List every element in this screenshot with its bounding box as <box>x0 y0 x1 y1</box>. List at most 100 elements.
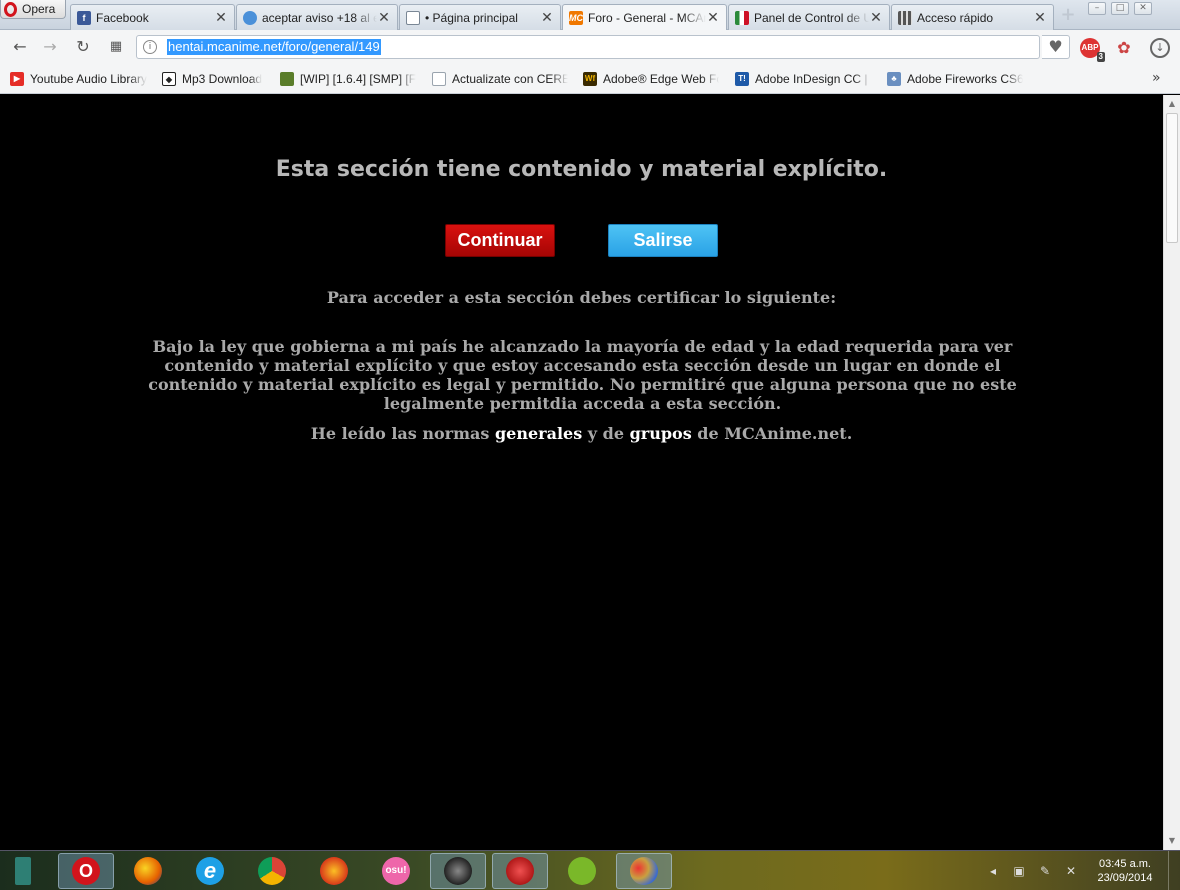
osu-icon: osu! <box>382 857 410 885</box>
opera-logo-icon <box>4 1 17 17</box>
taskbar-flashget[interactable] <box>306 853 362 889</box>
tab-title: Foro - General - MCAnime <box>588 11 706 25</box>
scrollbar-thumb[interactable] <box>1166 113 1178 243</box>
site-info-icon[interactable]: i <box>143 40 157 54</box>
bookmark-label: Youtube Audio Library <box>30 72 147 86</box>
fireworks-icon: ♣ <box>887 72 901 86</box>
taskbar-internet-explorer[interactable]: e <box>182 853 238 889</box>
speed-dial-grid-icon[interactable]: ▦ <box>106 37 126 57</box>
bookmarks-bar: ▶ Youtube Audio Library ◆ Mp3 Download [… <box>0 64 1180 94</box>
bookmark-label: [WIP] [1.6.4] [SMP] [Forge] <box>300 72 416 86</box>
tab-aceptar-aviso[interactable]: aceptar aviso +18 al entrar ✕ <box>236 4 398 30</box>
maximize-icon[interactable]: □ <box>1111 2 1129 15</box>
tab-facebook[interactable]: f Facebook ✕ <box>70 4 235 30</box>
page-content: Esta sección tiene contenido y material … <box>0 95 1163 850</box>
mexico-flag-favicon-icon <box>735 10 749 25</box>
help-favicon-icon <box>243 10 257 25</box>
tray-arrow-icon[interactable]: ◂ <box>985 863 1001 879</box>
vertical-scrollbar[interactable]: ▲ ▼ <box>1163 95 1180 850</box>
rules-suffix: de MCAnime.net. <box>691 424 853 443</box>
minimize-icon[interactable]: – <box>1088 2 1106 15</box>
rules-statement: He leído las normas generales y de grupo… <box>0 424 1163 443</box>
general-rules-link[interactable]: generales <box>495 424 582 443</box>
scroll-down-icon[interactable]: ▼ <box>1164 833 1180 849</box>
bookmark-adobe-indesign[interactable]: T! Adobe InDesign CC | Mega <box>735 71 871 87</box>
network-icon[interactable]: ▣ <box>1011 863 1027 879</box>
show-desktop-button[interactable] <box>1168 851 1180 890</box>
bookmarks-overflow-icon[interactable]: » <box>1152 70 1161 86</box>
extension-icon[interactable]: ✿ <box>1114 38 1134 58</box>
exit-button[interactable]: Salirse <box>608 224 718 257</box>
close-window-icon[interactable]: ✕ <box>1134 2 1152 15</box>
pen-icon[interactable]: ✎ <box>1037 863 1053 879</box>
page-icon <box>432 72 446 86</box>
bookmark-adobe-fireworks[interactable]: ♣ Adobe Fireworks CS6 <box>887 71 1023 87</box>
bookmark-label: Adobe Fireworks CS6 <box>907 72 1023 86</box>
minecraft-block-icon <box>280 72 294 86</box>
game-launcher-icon <box>506 857 534 885</box>
taskbar-media-player[interactable] <box>430 853 486 889</box>
tab-title: Acceso rápido <box>917 10 994 25</box>
forward-arrow-icon[interactable]: → <box>40 37 60 57</box>
download-icon[interactable]: ↓ <box>1150 38 1170 58</box>
volume-muted-icon[interactable]: ✕ <box>1063 863 1079 879</box>
adblock-label: ABP <box>1081 43 1099 52</box>
address-field[interactable]: i hentai.mcanime.net/foro/general/149 <box>136 35 1040 59</box>
rules-middle: y de <box>582 424 630 443</box>
taskbar-paint[interactable] <box>616 853 672 889</box>
adblock-plus-icon[interactable]: ABP 3 <box>1080 38 1105 62</box>
system-clock[interactable]: 03:45 a.m. 23/09/2014 <box>1090 857 1160 885</box>
taskbar-osu[interactable]: osu! <box>368 853 424 889</box>
bookmark-adobe-edge-web-fonts[interactable]: Wf Adobe® Edge Web Fonts <box>583 71 719 87</box>
tab-close-icon[interactable]: ✕ <box>706 10 720 26</box>
taskbar-firefox[interactable] <box>120 853 176 889</box>
paint-palette-icon <box>630 857 658 885</box>
tab-panel-de-control[interactable]: Panel de Control de Usuario ✕ <box>728 4 890 30</box>
scroll-up-icon[interactable]: ▲ <box>1164 96 1180 112</box>
start-icon <box>15 857 31 885</box>
indesign-icon: T! <box>735 72 749 86</box>
chrome-icon <box>258 857 286 885</box>
new-tab-button[interactable]: + <box>1060 6 1076 24</box>
bookmark-label: Adobe® Edge Web Fonts <box>603 72 719 86</box>
page-favicon-icon <box>406 10 420 25</box>
group-rules-link[interactable]: grupos <box>630 424 692 443</box>
taskbar-game-launcher[interactable] <box>492 853 548 889</box>
back-arrow-icon[interactable]: ← <box>10 37 30 57</box>
spotify-icon <box>568 857 596 885</box>
taskbar-opera[interactable]: O <box>58 853 114 889</box>
taskbar-spotify[interactable] <box>554 853 610 889</box>
reload-icon[interactable]: ↻ <box>73 37 93 57</box>
tab-close-icon[interactable]: ✕ <box>540 10 554 26</box>
bookmark-label: Mp3 Download <box>182 72 263 86</box>
taskbar-chrome[interactable] <box>244 853 300 889</box>
tab-title: • Página principal <box>425 10 518 25</box>
firefox-icon <box>134 857 162 885</box>
tab-close-icon[interactable]: ✕ <box>214 10 228 26</box>
adblock-badge: 3 <box>1096 52 1105 62</box>
tab-acceso-rapido[interactable]: Acceso rápido ✕ <box>891 4 1054 30</box>
start-button[interactable] <box>6 853 40 889</box>
tab-pagina-principal[interactable]: • Página principal ✕ <box>399 4 561 30</box>
bookmark-actualizate[interactable]: Actualizate con CEREBRO <box>432 71 568 87</box>
bookmark-youtube-audio-library[interactable]: ▶ Youtube Audio Library <box>10 71 150 87</box>
certification-heading: Para acceder a esta sección debes certif… <box>326 288 837 307</box>
stash-heart-icon[interactable]: ♥ <box>1042 35 1070 59</box>
media-player-icon <box>444 857 472 885</box>
continue-button[interactable]: Continuar <box>445 224 555 257</box>
tab-title: Facebook <box>96 10 149 25</box>
mcanime-favicon-icon: MC <box>569 11 583 25</box>
tab-close-icon[interactable]: ✕ <box>869 10 883 26</box>
tab-close-icon[interactable]: ✕ <box>377 10 391 26</box>
bookmark-wip-smp[interactable]: [WIP] [1.6.4] [SMP] [Forge] <box>280 71 416 87</box>
mp3-download-icon: ◆ <box>162 72 176 86</box>
tab-foro-general[interactable]: MC Foro - General - MCAnime ✕ <box>562 4 727 31</box>
url-text[interactable]: hentai.mcanime.net/foro/general/149 <box>167 39 381 55</box>
tab-title: Panel de Control de Usuario <box>754 10 869 25</box>
internet-explorer-icon: e <box>196 857 224 885</box>
opera-menu-button[interactable]: Opera <box>0 0 66 19</box>
bookmark-mp3-download[interactable]: ◆ Mp3 Download <box>162 71 270 87</box>
tab-strip: Opera f Facebook ✕ aceptar aviso +18 al … <box>0 0 1180 31</box>
bookmark-label: Adobe InDesign CC | Mega <box>755 72 871 86</box>
tab-close-icon[interactable]: ✕ <box>1033 10 1047 26</box>
